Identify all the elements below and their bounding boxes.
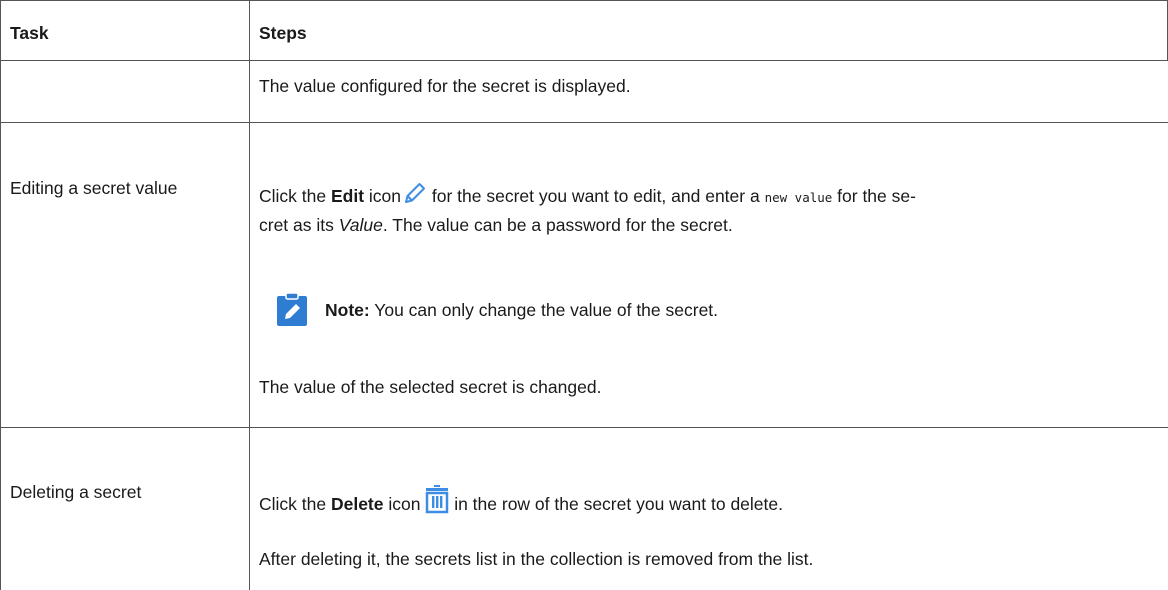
row2-task: Editing a secret value (10, 178, 178, 198)
row2-text-d: for the secret you want to edit, and ent… (427, 186, 765, 206)
row2-line2-c: . The value can be a password for the se… (382, 215, 733, 235)
note-box: Note: You can only change the value of t… (275, 292, 718, 328)
row-divider-1 (0, 122, 1168, 123)
header-task: Task (10, 23, 49, 43)
row2-line2-a: cret as its (259, 215, 339, 235)
trash-icon (425, 484, 449, 521)
table-border-left (0, 0, 1, 590)
value-italic: Value (338, 215, 383, 235)
header-steps: Steps (259, 23, 307, 43)
table-border-top (0, 0, 1168, 1)
row-divider-2 (0, 427, 1168, 428)
task-steps-table: Task Steps The value configured for the … (0, 0, 1168, 590)
pencil-icon (401, 182, 427, 213)
row1-steps: The value configured for the secret is d… (259, 76, 631, 96)
row2-steps-line1: Click the Edit icon for the secret you w… (259, 182, 916, 213)
new-value-code: new value (764, 190, 833, 205)
row2-text-e: for the se- (832, 186, 916, 206)
edit-label: Edit (330, 186, 365, 206)
row2-text-a: Click the (259, 186, 331, 206)
row3-text-a: Click the (259, 494, 331, 514)
table-header (0, 0, 1168, 61)
row3-steps-line1: Click the Delete icon in the row of the … (259, 484, 783, 521)
row3-text-d: in the row of the secret you want to del… (449, 494, 783, 514)
column-divider (249, 0, 250, 590)
delete-label: Delete (330, 494, 384, 514)
row2-text-c: icon (364, 186, 401, 206)
row3-task: Deleting a secret (10, 482, 142, 502)
note-text: Note: You can only change the value of t… (325, 297, 718, 323)
header-divider (0, 60, 1168, 61)
row3-result: After deleting it, the secrets list in t… (259, 549, 814, 569)
note-pencil-icon (275, 292, 311, 328)
row2-steps-line2: cret as its Value. The value can be a pa… (259, 212, 733, 238)
note-body: You can only change the value of the sec… (369, 300, 719, 320)
row3-text-c: icon (383, 494, 426, 514)
row2-result: The value of the selected secret is chan… (259, 377, 602, 397)
note-label: Note: (325, 300, 370, 320)
